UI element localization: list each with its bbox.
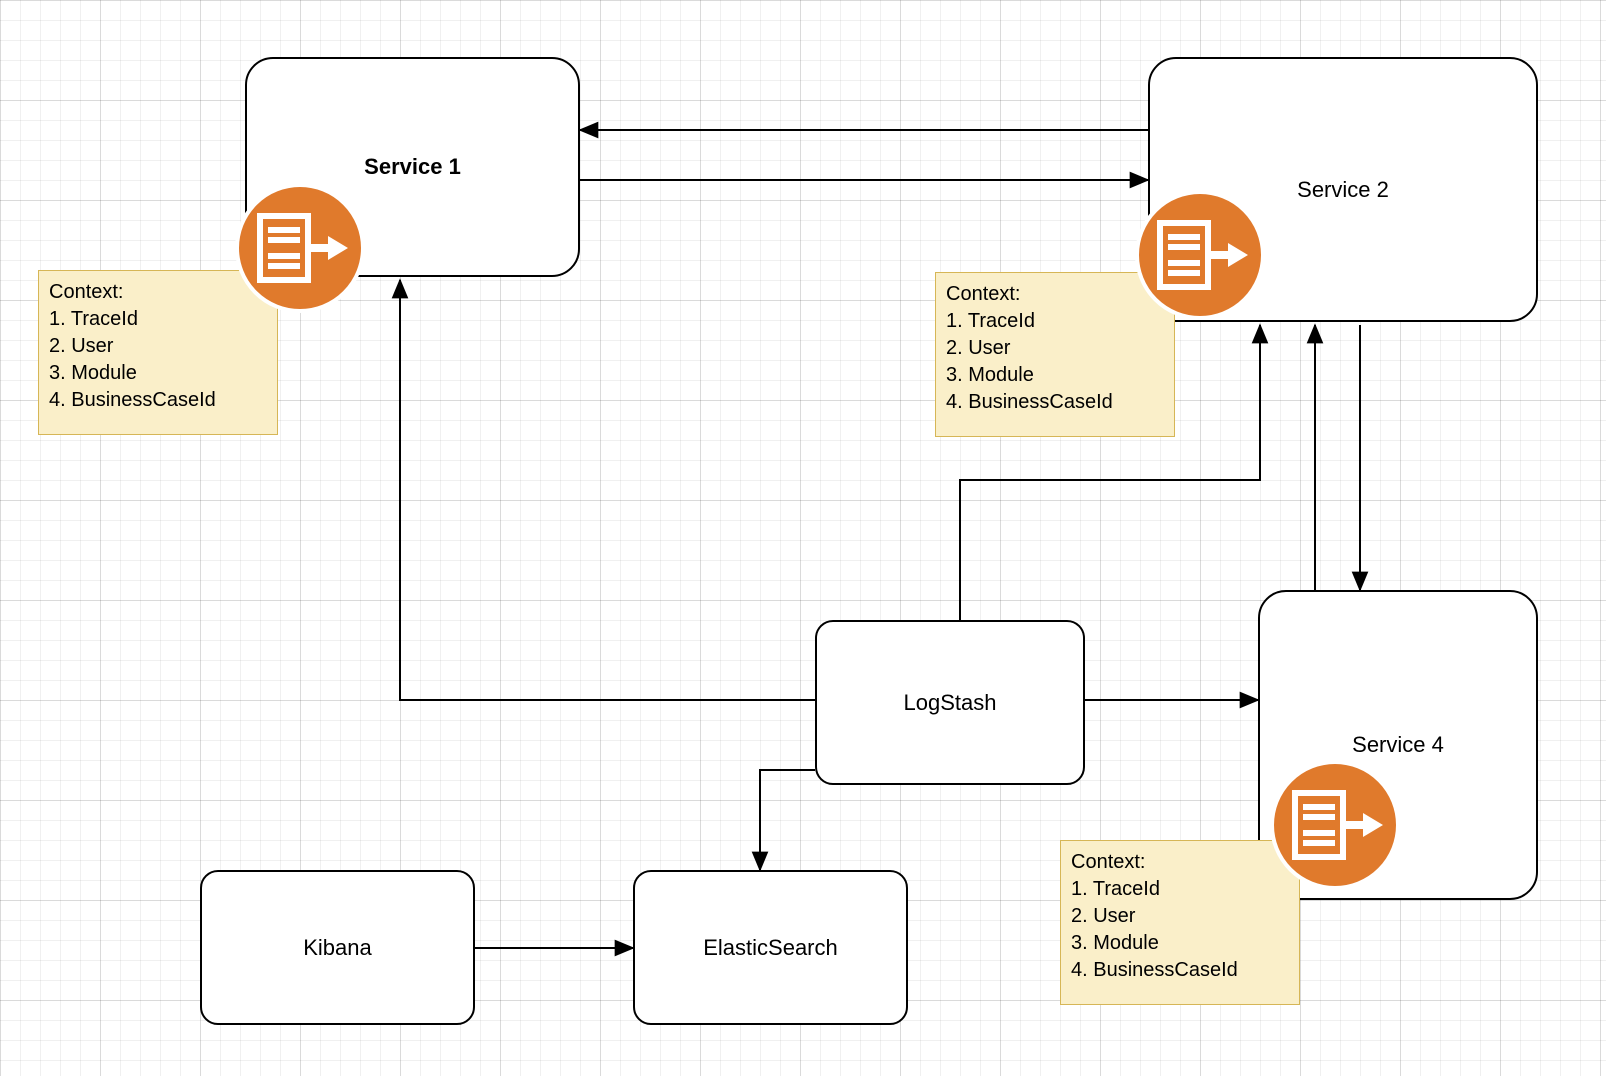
note-item: 2. User [49,333,267,360]
gateway-icon [1135,190,1265,320]
note-item: 2. User [946,335,1164,362]
node-elasticsearch-label: ElasticSearch [703,935,838,961]
gateway-icon [1270,760,1400,890]
note-item: 4. BusinessCaseId [946,389,1164,416]
note-item: 1. TraceId [1071,876,1289,903]
note-item: 3. Module [1071,930,1289,957]
node-service1-label: Service 1 [364,154,461,180]
gateway-icon [235,183,365,313]
note-service2-context: Context: 1. TraceId 2. User 3. Module 4.… [935,272,1175,437]
node-logstash-label: LogStash [904,690,997,716]
node-service4-label: Service 4 [1352,732,1444,758]
note-item: 4. BusinessCaseId [49,387,267,414]
node-logstash: LogStash [815,620,1085,785]
diagram-canvas: Service 1 Service 2 Service 4 LogStash E… [0,0,1606,1076]
note-item: 3. Module [946,362,1164,389]
node-kibana-label: Kibana [303,935,372,961]
node-service2-label: Service 2 [1297,177,1389,203]
note-title: Context: [946,281,1164,308]
note-service1-context: Context: 1. TraceId 2. User 3. Module 4.… [38,270,278,435]
note-service4-context: Context: 1. TraceId 2. User 3. Module 4.… [1060,840,1300,1005]
note-item: 4. BusinessCaseId [1071,957,1289,984]
note-item: 3. Module [49,360,267,387]
edge-logstash-to-elasticsearch [760,770,815,870]
node-kibana: Kibana [200,870,475,1025]
note-title: Context: [1071,849,1289,876]
note-item: 1. TraceId [49,306,267,333]
edge-logstash-to-service1 [400,280,815,700]
note-item: 1. TraceId [946,308,1164,335]
node-elasticsearch: ElasticSearch [633,870,908,1025]
note-item: 2. User [1071,903,1289,930]
note-title: Context: [49,279,267,306]
